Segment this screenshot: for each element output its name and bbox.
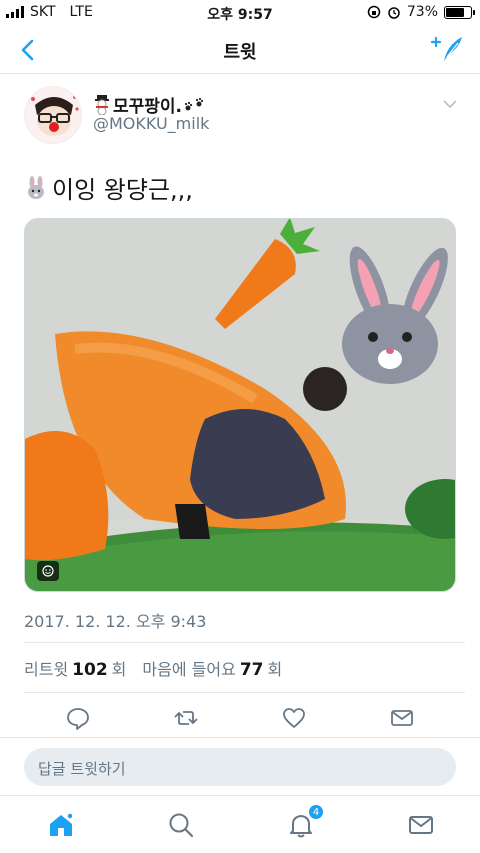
battery-text: 73% — [406, 4, 438, 20]
status-bar: SKT LTE 오후 9:57 73% — [0, 0, 480, 26]
snowman-icon — [95, 94, 109, 115]
paw-prints-icon — [184, 97, 204, 110]
envelope-icon[interactable] — [389, 705, 415, 731]
tweet-media[interactable] — [24, 218, 456, 592]
heart-icon[interactable] — [281, 705, 307, 731]
reply-icon[interactable] — [65, 705, 91, 731]
tab-home[interactable] — [46, 810, 76, 840]
chevron-down-icon[interactable] — [442, 96, 458, 112]
envelope-icon — [409, 816, 433, 834]
retweets-suffix: 회 — [111, 660, 127, 679]
smile-icon — [42, 565, 54, 577]
retweets-label: 리트윗 — [24, 660, 69, 679]
status-right: 73% — [367, 4, 475, 20]
page-title: 트윗 — [223, 42, 257, 63]
tweet-timestamp: 2017. 12. 12. 오후 9:43 — [24, 612, 207, 631]
reply-bar: 답글 트윗하기 — [0, 737, 480, 795]
tab-notifications[interactable]: 4 — [286, 804, 324, 840]
tweet-stats: 리트윗 102 회 마음에 들어요 77 회 — [24, 656, 282, 680]
retweet-icon[interactable] — [173, 705, 199, 731]
user-handle[interactable]: @MOKKU_milk — [93, 114, 209, 133]
retweets-count[interactable]: 102 — [72, 660, 108, 680]
notifications-badge: 4 — [308, 804, 324, 820]
gif-smile-icon[interactable] — [37, 561, 59, 581]
tweet-text-body: 이잉 왕댱근,,, — [52, 176, 193, 204]
orientation-lock-icon — [367, 5, 381, 19]
avatar[interactable] — [24, 86, 82, 144]
tweet-text: 이잉 왕댱근,,, — [24, 170, 193, 205]
tab-search[interactable] — [166, 810, 196, 840]
battery-icon — [444, 5, 475, 19]
alarm-icon — [388, 7, 400, 19]
tweet-gif-image — [25, 219, 455, 591]
nav-bar: 트윗 — [0, 26, 480, 74]
likes-suffix: 회 — [267, 660, 283, 679]
battery-fill — [446, 7, 464, 17]
tab-messages[interactable] — [406, 810, 436, 840]
divider — [24, 692, 465, 693]
divider — [24, 642, 465, 643]
tweet-actions — [0, 705, 480, 731]
rabbit-emoji-icon — [28, 175, 44, 199]
tab-bar: 4 — [0, 795, 480, 853]
likes-count[interactable]: 77 — [240, 660, 264, 680]
avatar-image — [25, 87, 81, 143]
reply-input[interactable]: 답글 트윗하기 — [24, 748, 456, 786]
search-icon — [169, 813, 194, 838]
home-icon — [50, 812, 74, 836]
likes-label: 마음에 들어요 — [142, 660, 236, 679]
compose-tweet-icon[interactable] — [430, 34, 464, 64]
